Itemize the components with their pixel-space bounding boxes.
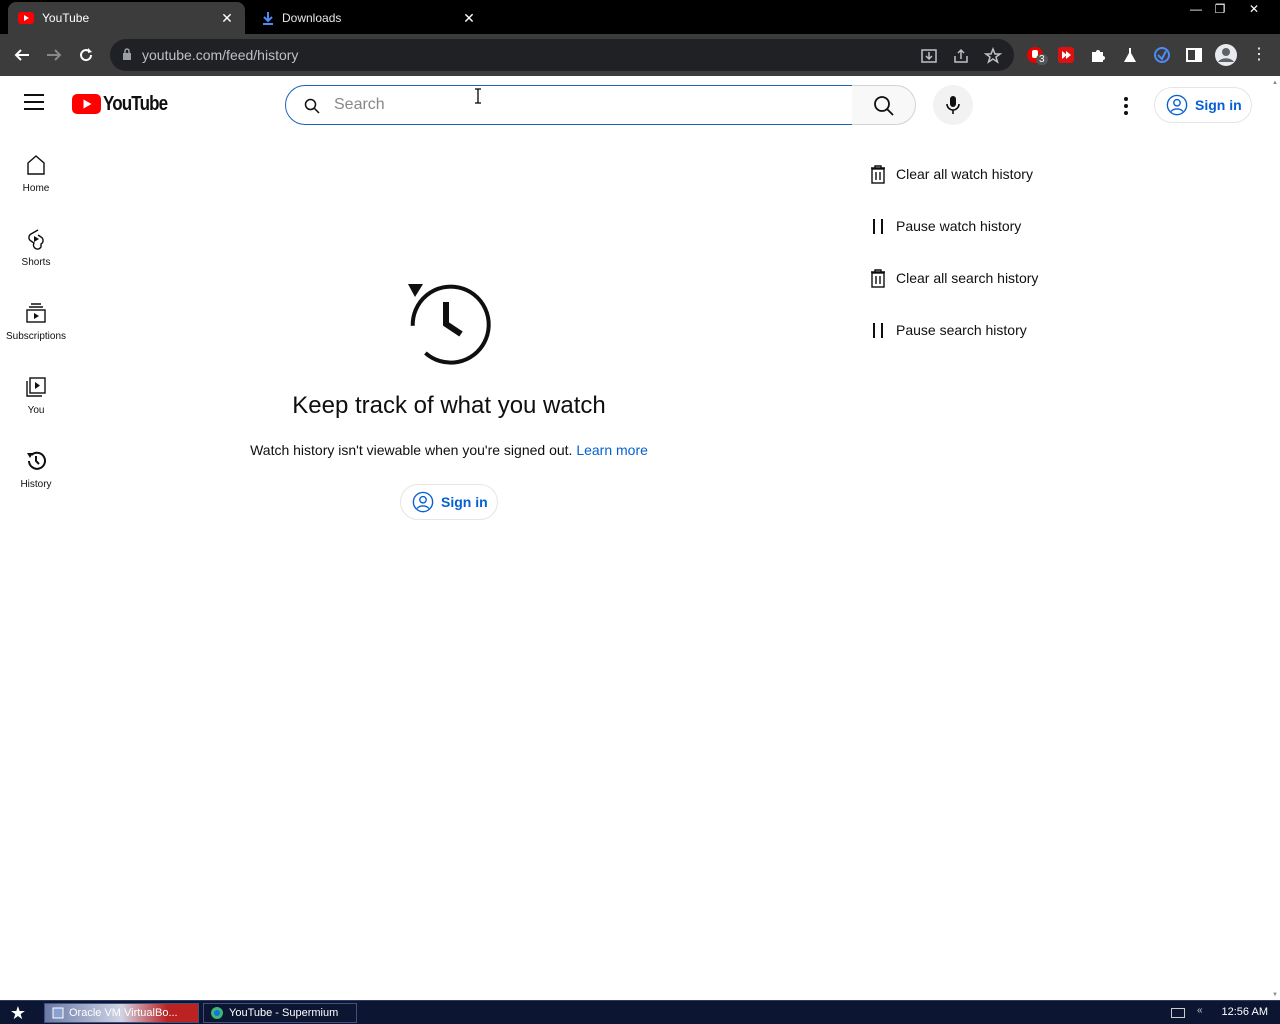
puzzle-extensions-icon[interactable]	[1089, 46, 1107, 64]
youtube-logo[interactable]: YouTube	[72, 92, 179, 115]
taskbar-item-label: Oracle VM VirtualBo...	[69, 1007, 178, 1019]
learn-more-link[interactable]: Learn more	[576, 442, 648, 458]
pause-watch-history-button[interactable]: Pause watch history	[868, 212, 1021, 240]
sidebar-item-home[interactable]: Home	[4, 132, 68, 206]
reload-button[interactable]	[73, 42, 99, 68]
sidebar-item-label: Home	[22, 183, 50, 194]
sync-blue-icon[interactable]	[1153, 46, 1171, 64]
tab-title: Downloads	[282, 11, 342, 25]
action-label: Clear all watch history	[896, 166, 1033, 182]
search-icon	[304, 98, 320, 114]
text-cursor-icon	[475, 88, 481, 104]
description-text: Watch history isn't viewable when you're…	[250, 442, 573, 458]
restore-button[interactable]: ❐	[1207, 0, 1233, 18]
account-circle-icon	[1166, 94, 1188, 116]
history-icon	[408, 284, 491, 365]
shorts-icon	[28, 229, 44, 250]
close-icon[interactable]: ✕	[219, 10, 235, 27]
clear-search-history-button[interactable]: Clear all search history	[868, 264, 1038, 292]
logo-wordmark: YouTube	[103, 92, 168, 115]
tab-title: YouTube	[42, 11, 90, 25]
extension-badge: 3	[1036, 54, 1048, 65]
more-options-icon[interactable]	[1114, 94, 1138, 118]
action-label: Pause search history	[896, 322, 1027, 338]
arrow-right-icon	[47, 49, 62, 61]
sidebar-item-shorts[interactable]: Shorts	[4, 206, 68, 280]
lock-icon	[123, 48, 131, 60]
browser-toolbar: youtube.com/feed/history 3 ⋮	[0, 34, 1280, 76]
sidebar-item-label: Shorts	[21, 257, 51, 268]
empty-state-description: Watch history isn't viewable when you're…	[200, 442, 698, 458]
scroll-up-arrow-icon[interactable]: ▲	[1272, 80, 1278, 86]
clear-watch-history-button[interactable]: Clear all watch history	[868, 160, 1033, 188]
search-box[interactable]	[285, 85, 853, 125]
taskbar-clock: 12:56 AM	[1221, 1006, 1268, 1018]
arrow-left-icon	[14, 49, 29, 61]
history-icon	[27, 451, 46, 470]
microphone-icon	[946, 96, 960, 114]
pause-icon	[873, 219, 883, 234]
extension-red-icon[interactable]	[1057, 46, 1075, 64]
side-panel-icon[interactable]	[1185, 46, 1203, 64]
close-icon[interactable]: ✕	[461, 10, 477, 27]
tab-youtube[interactable]: YouTube ✕	[8, 2, 245, 34]
taskbar-item-label: YouTube - Supermium	[229, 1007, 339, 1019]
youtube-logo-icon	[72, 94, 101, 114]
page-scrollbar[interactable]: ▲ ▼	[1270, 76, 1280, 1000]
action-label: Clear all search history	[896, 270, 1039, 286]
tab-downloads[interactable]: Downloads ✕	[252, 2, 487, 34]
share-icon[interactable]	[952, 47, 970, 65]
home-icon	[27, 155, 45, 175]
os-taskbar: ★ Oracle VM VirtualBo... YouTube - Super…	[0, 1000, 1280, 1024]
address-bar[interactable]: youtube.com/feed/history	[110, 39, 1014, 71]
sign-in-button[interactable]: Sign in	[400, 484, 498, 520]
you-icon	[26, 377, 46, 397]
sidebar-item-label: Subscriptions	[5, 331, 67, 342]
taskbar-item-supermium[interactable]: YouTube - Supermium	[203, 1003, 357, 1023]
youtube-header: YouTube Sign in	[0, 76, 1270, 132]
search-icon	[874, 96, 894, 116]
sidebar-item-subscriptions[interactable]: Subscriptions	[4, 280, 68, 354]
start-menu-star-icon[interactable]: ★	[6, 1003, 30, 1023]
trash-icon	[871, 165, 885, 184]
voice-search-button[interactable]	[933, 85, 973, 125]
sidebar-item-label: History	[20, 479, 52, 490]
action-label: Pause watch history	[896, 218, 1022, 234]
supermium-browser-icon	[211, 1007, 223, 1019]
reload-icon	[80, 48, 93, 62]
search-button[interactable]	[852, 85, 916, 125]
taskbar-item-virtualbox[interactable]: Oracle VM VirtualBo...	[44, 1003, 199, 1023]
profile-avatar-icon[interactable]	[1214, 43, 1238, 67]
virtualbox-icon	[52, 1007, 64, 1019]
keyboard-tray-icon[interactable]	[1171, 1008, 1185, 1018]
empty-state-title: Keep track of what you watch	[292, 392, 606, 419]
back-button[interactable]	[9, 42, 35, 68]
youtube-favicon-icon	[18, 12, 34, 24]
sign-in-label: Sign in	[441, 494, 488, 510]
download-icon	[263, 12, 273, 25]
sidebar-item-you[interactable]: You	[4, 354, 68, 428]
forward-button[interactable]	[41, 42, 67, 68]
sidebar-item-label: You	[27, 405, 45, 416]
tray-expand-icon[interactable]: «	[1197, 1005, 1203, 1016]
account-circle-icon	[412, 491, 434, 513]
url-text: youtube.com/feed/history	[142, 47, 299, 63]
sign-in-button[interactable]: Sign in	[1154, 87, 1252, 123]
search-input[interactable]	[332, 94, 812, 116]
minimize-button[interactable]: —	[1183, 0, 1209, 18]
sign-in-label: Sign in	[1195, 97, 1242, 113]
browser-menu-icon[interactable]: ⋮	[1251, 46, 1267, 64]
bookmark-star-icon[interactable]	[984, 47, 1002, 65]
pause-icon	[873, 323, 883, 338]
scroll-down-arrow-icon[interactable]: ▼	[1272, 992, 1278, 998]
trash-icon	[871, 269, 885, 288]
flask-labs-icon[interactable]	[1121, 46, 1139, 64]
window-close-button[interactable]: ✕	[1241, 0, 1267, 18]
hamburger-menu-icon[interactable]	[24, 94, 48, 114]
sidebar-item-history[interactable]: History	[4, 428, 68, 502]
browser-tab-strip: YouTube ✕ Downloads ✕ — ❐ ✕	[0, 0, 1280, 34]
subscriptions-icon	[26, 303, 46, 323]
pause-search-history-button[interactable]: Pause search history	[868, 316, 1027, 344]
install-app-icon[interactable]	[920, 47, 938, 65]
